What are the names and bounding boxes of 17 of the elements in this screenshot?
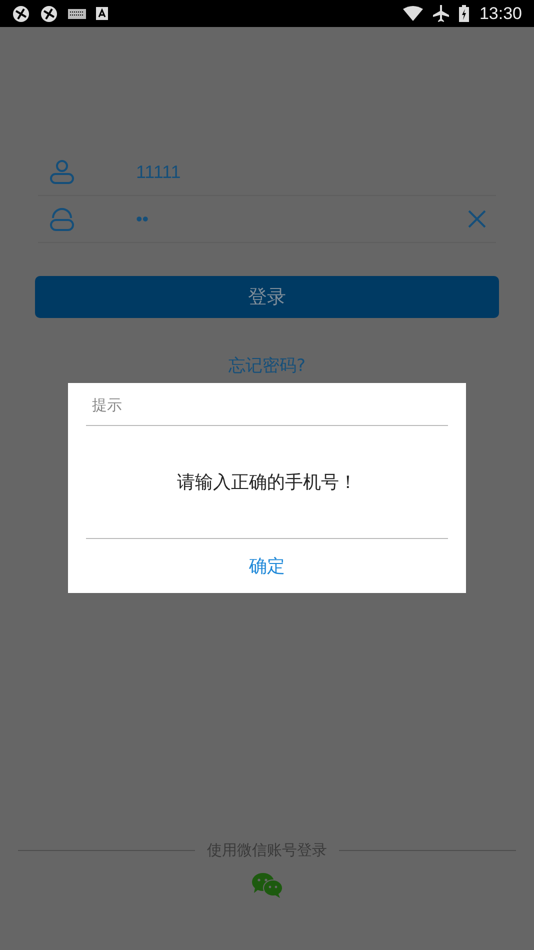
username-field[interactable]: 11111 <box>136 162 496 182</box>
lock-icon <box>50 207 74 231</box>
forgot-password-link[interactable]: 忘记密码? <box>228 356 306 376</box>
login-button[interactable]: 登录 <box>35 276 499 318</box>
airplane-icon <box>433 5 450 22</box>
clock-time: 13:30 <box>479 4 522 24</box>
dialog-title: 提示 <box>86 383 448 426</box>
text-icon <box>96 7 108 20</box>
wechat-icon[interactable] <box>251 872 283 898</box>
battery-charging-icon <box>459 5 470 22</box>
confirm-button[interactable]: 确定 <box>86 539 448 593</box>
keyboard-icon <box>68 8 86 18</box>
dialog-message: 请输入正确的手机号！ <box>177 471 357 494</box>
password-field[interactable]: •• <box>136 208 456 230</box>
clear-icon[interactable] <box>468 210 486 228</box>
wifi-icon <box>403 6 424 21</box>
user-icon <box>50 160 74 184</box>
